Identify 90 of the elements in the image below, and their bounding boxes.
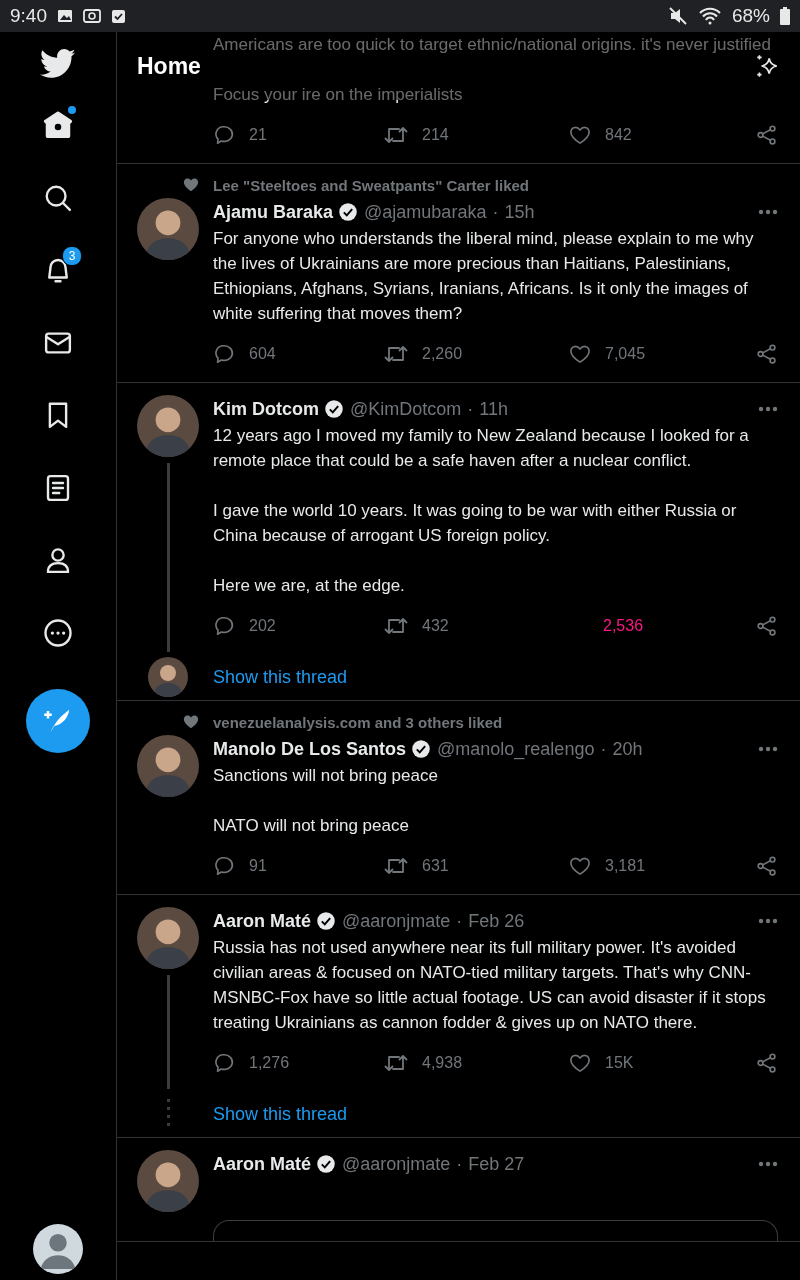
retweet-icon[interactable] bbox=[384, 855, 408, 877]
timestamp: 15h bbox=[504, 201, 535, 223]
heart-icon[interactable] bbox=[569, 125, 591, 145]
tweet-text: 12 years ago I moved my family to New Zealand because I looked for a remote place that could be a safe haven after a nuclear conflict. bbox=[213, 425, 750, 472]
more-options-icon[interactable] bbox=[758, 1161, 778, 1167]
more-options-icon[interactable] bbox=[758, 746, 778, 752]
user-name: Aaron Maté bbox=[213, 910, 311, 932]
count: 604 bbox=[249, 345, 276, 363]
page-title: Home bbox=[137, 52, 201, 80]
user-handle: @manolo_realengo bbox=[437, 738, 595, 760]
share-icon[interactable] bbox=[756, 615, 778, 637]
home-icon bbox=[43, 110, 73, 140]
separator-dot: · bbox=[456, 1153, 463, 1175]
reply-icon[interactable] bbox=[213, 124, 235, 146]
separator-dot: · bbox=[492, 201, 499, 223]
count: 4,938 bbox=[422, 1054, 463, 1072]
timestamp: 20h bbox=[612, 738, 643, 760]
notification-count: 3 bbox=[62, 246, 82, 266]
user-handle: @aaronjmate bbox=[342, 1153, 451, 1175]
separator-dot: · bbox=[600, 738, 607, 760]
share-icon[interactable] bbox=[756, 343, 778, 365]
heart-icon[interactable] bbox=[569, 1053, 591, 1073]
share-icon[interactable] bbox=[756, 1052, 778, 1074]
user-handle: @ajamubaraka bbox=[364, 201, 487, 223]
user-handle: @KimDotcom bbox=[350, 398, 462, 420]
show-thread-link[interactable]: Show this thread bbox=[213, 1091, 778, 1137]
share-icon[interactable] bbox=[756, 124, 778, 146]
tweet-text: NATO will not bring peace bbox=[213, 815, 410, 837]
wifi-icon bbox=[697, 7, 722, 25]
user-name: Manolo De Los Santos bbox=[213, 738, 407, 760]
liked-by-text: venezuelanalysis.com and 3 others liked bbox=[213, 713, 504, 733]
muted-icon bbox=[667, 7, 688, 25]
heart-icon bbox=[183, 713, 199, 729]
tweet-text: Here we are, at the edge. bbox=[213, 575, 406, 597]
retweet-icon[interactable] bbox=[384, 615, 408, 637]
count: 21 bbox=[249, 126, 267, 144]
count: 202 bbox=[249, 617, 276, 635]
more-options-icon[interactable] bbox=[758, 918, 778, 924]
user-handle: @aaronjmate bbox=[342, 910, 451, 932]
tweet-text: Focus your ire on the imperialists bbox=[213, 84, 464, 106]
reply-icon[interactable] bbox=[213, 1052, 235, 1074]
count: 2,536 bbox=[603, 617, 644, 635]
radio-icon bbox=[83, 9, 101, 23]
count: 432 bbox=[422, 617, 449, 635]
user-name: Kim Dotcom bbox=[213, 398, 319, 420]
bird-logo[interactable] bbox=[40, 49, 76, 79]
tweet-text: Americans are too quick to target ethnic/national origins. it's never justified bbox=[213, 34, 772, 56]
count: 1,276 bbox=[249, 1054, 290, 1072]
share-icon[interactable] bbox=[756, 855, 778, 877]
more-options-icon[interactable] bbox=[758, 209, 778, 215]
retweet-icon[interactable] bbox=[384, 124, 408, 146]
timestamp: Feb 26 bbox=[468, 910, 525, 932]
liked-by-text: Lee "Steeltoes and Sweatpants" Carter liked bbox=[213, 176, 530, 196]
more-options-icon[interactable] bbox=[758, 406, 778, 412]
count: 15K bbox=[605, 1054, 634, 1072]
retweet-icon[interactable] bbox=[384, 343, 408, 365]
count: 2,260 bbox=[422, 345, 463, 363]
heart-icon[interactable] bbox=[569, 856, 591, 876]
reply-icon[interactable] bbox=[213, 615, 235, 637]
count: 3,181 bbox=[605, 857, 646, 875]
tweet-text: Russia has not used anywhere near its full military power. It's avoided civilian areas & focused on NATO-tied military targets. That's why CNN-MSNBC-Fox have so little actual footage. US can avoid disaster if it stops treating Ukrainians as cannon fodder & gives up on NATO there. bbox=[213, 937, 767, 1034]
count: 91 bbox=[249, 857, 267, 875]
tweet-text: Sanctions will not bring peace bbox=[213, 765, 439, 787]
tweet-text: I gave the world 10 years. It was going to be war with either Russia or China because of arrogant US foreign policy. bbox=[213, 500, 738, 547]
checkbox-icon bbox=[111, 8, 126, 24]
timestamp: 11h bbox=[479, 398, 508, 420]
tweet-text: For anyone who understands the liberal mind, please explain to me why the lives of Ukrainians are more precious than Haitians, Palestinians, Ethiopians, Afghans, Syrians, Iranians, Africans. Is it only the images of white suffering that moves them? bbox=[213, 228, 755, 325]
show-thread-link[interactable]: Show this thread bbox=[213, 654, 778, 700]
user-name: Ajamu Baraka bbox=[213, 201, 334, 223]
account-avatar[interactable] bbox=[33, 1224, 83, 1274]
battery-icon bbox=[780, 7, 790, 25]
count: 7,045 bbox=[605, 345, 646, 363]
reply-icon[interactable] bbox=[213, 343, 235, 365]
heart-icon bbox=[183, 176, 199, 192]
reply-icon[interactable] bbox=[213, 855, 235, 877]
battery-level: 68% bbox=[731, 5, 770, 27]
retweet-icon[interactable] bbox=[384, 1052, 408, 1074]
separator-dot: · bbox=[467, 398, 474, 420]
user-name: Aaron Maté bbox=[213, 1153, 311, 1175]
image-icon bbox=[57, 9, 73, 23]
count: 631 bbox=[422, 857, 449, 875]
count: 214 bbox=[422, 126, 449, 144]
clock: 9:40 bbox=[10, 5, 47, 27]
user-avatar[interactable] bbox=[148, 657, 188, 697]
timestamp: Feb 27 bbox=[468, 1153, 525, 1175]
more-icon bbox=[43, 617, 73, 648]
separator-dot: · bbox=[456, 910, 463, 932]
count: 842 bbox=[605, 126, 632, 144]
heart-icon[interactable] bbox=[569, 344, 591, 364]
sparkle-icon[interactable] bbox=[754, 53, 780, 79]
